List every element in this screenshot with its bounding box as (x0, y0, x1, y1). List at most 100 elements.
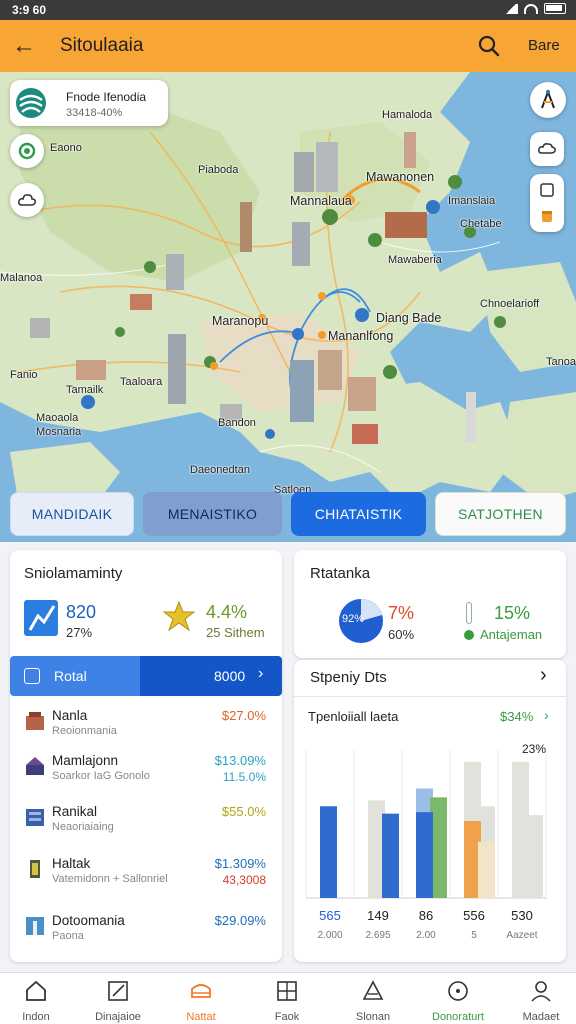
nav-item-profile[interactable]: Madaet (500, 979, 576, 1023)
item-value: $13.09% (214, 753, 266, 768)
item-name: Mamlajonn (52, 753, 119, 768)
ratings-title: Rtatanka (310, 565, 371, 582)
nav-label: Faok (274, 1011, 300, 1023)
map-label: Imanslaia (448, 195, 496, 207)
search-icon[interactable] (476, 33, 502, 59)
page-title: Sitoulaaia (60, 35, 144, 56)
summary-title: Sniolamaminty (24, 565, 123, 582)
check-icon (464, 630, 474, 640)
map-label: Daeonedtan (190, 464, 250, 476)
compass-icon (448, 981, 468, 1001)
x-tick-label: 86 (419, 908, 433, 923)
bucket-icon[interactable] (539, 208, 555, 224)
map-tools[interactable] (530, 174, 564, 232)
nav-label: Dinajaioe (95, 1011, 141, 1023)
chevron-right-icon[interactable]: › (540, 664, 547, 687)
nav-label: Donoraturt (432, 1011, 484, 1023)
chart-icon (24, 600, 58, 636)
chart-bar (382, 813, 399, 898)
nav-item-grid[interactable]: Faok (246, 979, 328, 1023)
brand-logo-icon (16, 88, 46, 118)
wifi-icon (524, 3, 538, 14)
stat1-sub: 27% (66, 625, 93, 640)
edit-icon (108, 981, 128, 1001)
person-icon (531, 981, 551, 1002)
nav-item-compass[interactable]: Donoraturt (417, 979, 499, 1023)
item-name: Dotoomania (52, 913, 125, 928)
nav-label: Nattat (186, 1011, 216, 1023)
app-bar: ← Sitoulaaia Bare (0, 20, 576, 72)
item-value-2: 11.5.0% (222, 770, 266, 784)
arrow-left-icon[interactable]: ← (10, 32, 38, 60)
tab-3[interactable]: CHIATAISTIK (291, 492, 426, 536)
donut-label: 92% (342, 613, 365, 625)
map-label: Mannalaua (290, 194, 352, 208)
x-tick-label: 530 (511, 908, 533, 923)
battery-icon (544, 3, 566, 14)
location-card[interactable]: Fnode Ifenodia 33418-40% (10, 80, 168, 126)
map-label: Mawaberia (388, 254, 442, 266)
stat1-value: 820 (66, 602, 97, 622)
chart-bar (478, 841, 495, 898)
item-value: $29.09% (214, 913, 266, 928)
layers-button[interactable] (10, 183, 44, 217)
list-item[interactable]: Mamlajonn Soarkor IaG Gonolo $13.09% 11.… (10, 751, 282, 799)
stat2-value: 4.4% (206, 602, 248, 622)
cloud-icon (538, 143, 556, 154)
nav-item-triangle[interactable]: Slonan (332, 979, 414, 1023)
target-icon (18, 142, 36, 160)
chevron-right-icon: › (258, 665, 264, 682)
item-sub: Soarkor IaG Gonolo (52, 770, 150, 782)
location-card-subtitle: 33418-40% (66, 107, 123, 119)
status-bar: 3:9 60 (0, 0, 576, 20)
nav-item-home[interactable]: Indon (0, 979, 77, 1023)
chart-bar (512, 865, 529, 898)
item-value-2: 43,3008 (222, 873, 266, 887)
map-label: Diang Bade (376, 311, 442, 325)
tab-1[interactable]: MANDIDAIK (10, 492, 134, 536)
square-icon[interactable] (539, 182, 555, 198)
total-label: Rotal (54, 668, 87, 684)
status-time: 3:9 60 (12, 3, 47, 17)
home-icon (26, 980, 46, 1001)
tab-2[interactable]: MENAISTIKO (143, 492, 282, 536)
nav-item-active[interactable]: Nattat (160, 979, 242, 1023)
ratings-stat2-sub: Antajeman (480, 627, 543, 642)
item-sub: Vatemidonn + Sallonriel (52, 873, 168, 885)
map-label: Mawanonen (366, 170, 435, 184)
x-tick-sublabel: 5 (471, 930, 477, 941)
tray-icon (191, 984, 211, 998)
cloud-icon (18, 194, 36, 206)
ratings-stat1-value: 7% (388, 603, 415, 623)
nav-item-edit[interactable]: Dinajaioe (77, 979, 159, 1023)
map-view[interactable]: Eaono Piaboda Hamaloda Mannalaua Mawanon… (0, 72, 576, 542)
item-name: Nanla (52, 708, 88, 723)
x-tick-label: 556 (463, 908, 485, 923)
map-label: Hamaloda (382, 109, 433, 121)
tab-4[interactable]: SATJOTHEN (435, 492, 566, 536)
landmark-icon (26, 917, 44, 935)
compass-button[interactable] (530, 82, 566, 118)
item-sub: Reoionmania (52, 725, 117, 737)
bottom-nav: Indon Dinajaioe Nattat Faok Slonan Donor… (0, 972, 576, 1024)
locate-button[interactable] (10, 134, 44, 168)
grid-icon (277, 981, 297, 1001)
compass-a-icon (541, 89, 555, 109)
weather-button[interactable] (530, 132, 564, 166)
action-button[interactable]: Bare (528, 37, 560, 54)
list-item[interactable]: Dotoomania Paona $29.09% (10, 911, 282, 959)
list-item[interactable]: Ranikal Neaoriaiaing $55.0% (10, 802, 282, 850)
triangle-icon (362, 980, 384, 1000)
stat2-sub: 25 Sithem (206, 625, 265, 640)
map-label: Piaboda (198, 164, 239, 176)
list-item[interactable]: Nanla Reoionmania $27.0% (10, 706, 282, 754)
total-bar[interactable]: Rotal 8000 › (10, 656, 282, 696)
total-icon (24, 668, 40, 684)
statistics-title[interactable]: Stpeniy Dts (310, 669, 387, 686)
list-item[interactable]: Haltak Vatemidonn + Sallonriel $1.309% 4… (10, 854, 282, 902)
divider (294, 696, 566, 697)
map-label: Malanoa (0, 272, 43, 284)
map-label: Taaloara (120, 376, 163, 388)
item-name: Ranikal (52, 804, 98, 819)
map-label: Bandon (218, 417, 256, 429)
